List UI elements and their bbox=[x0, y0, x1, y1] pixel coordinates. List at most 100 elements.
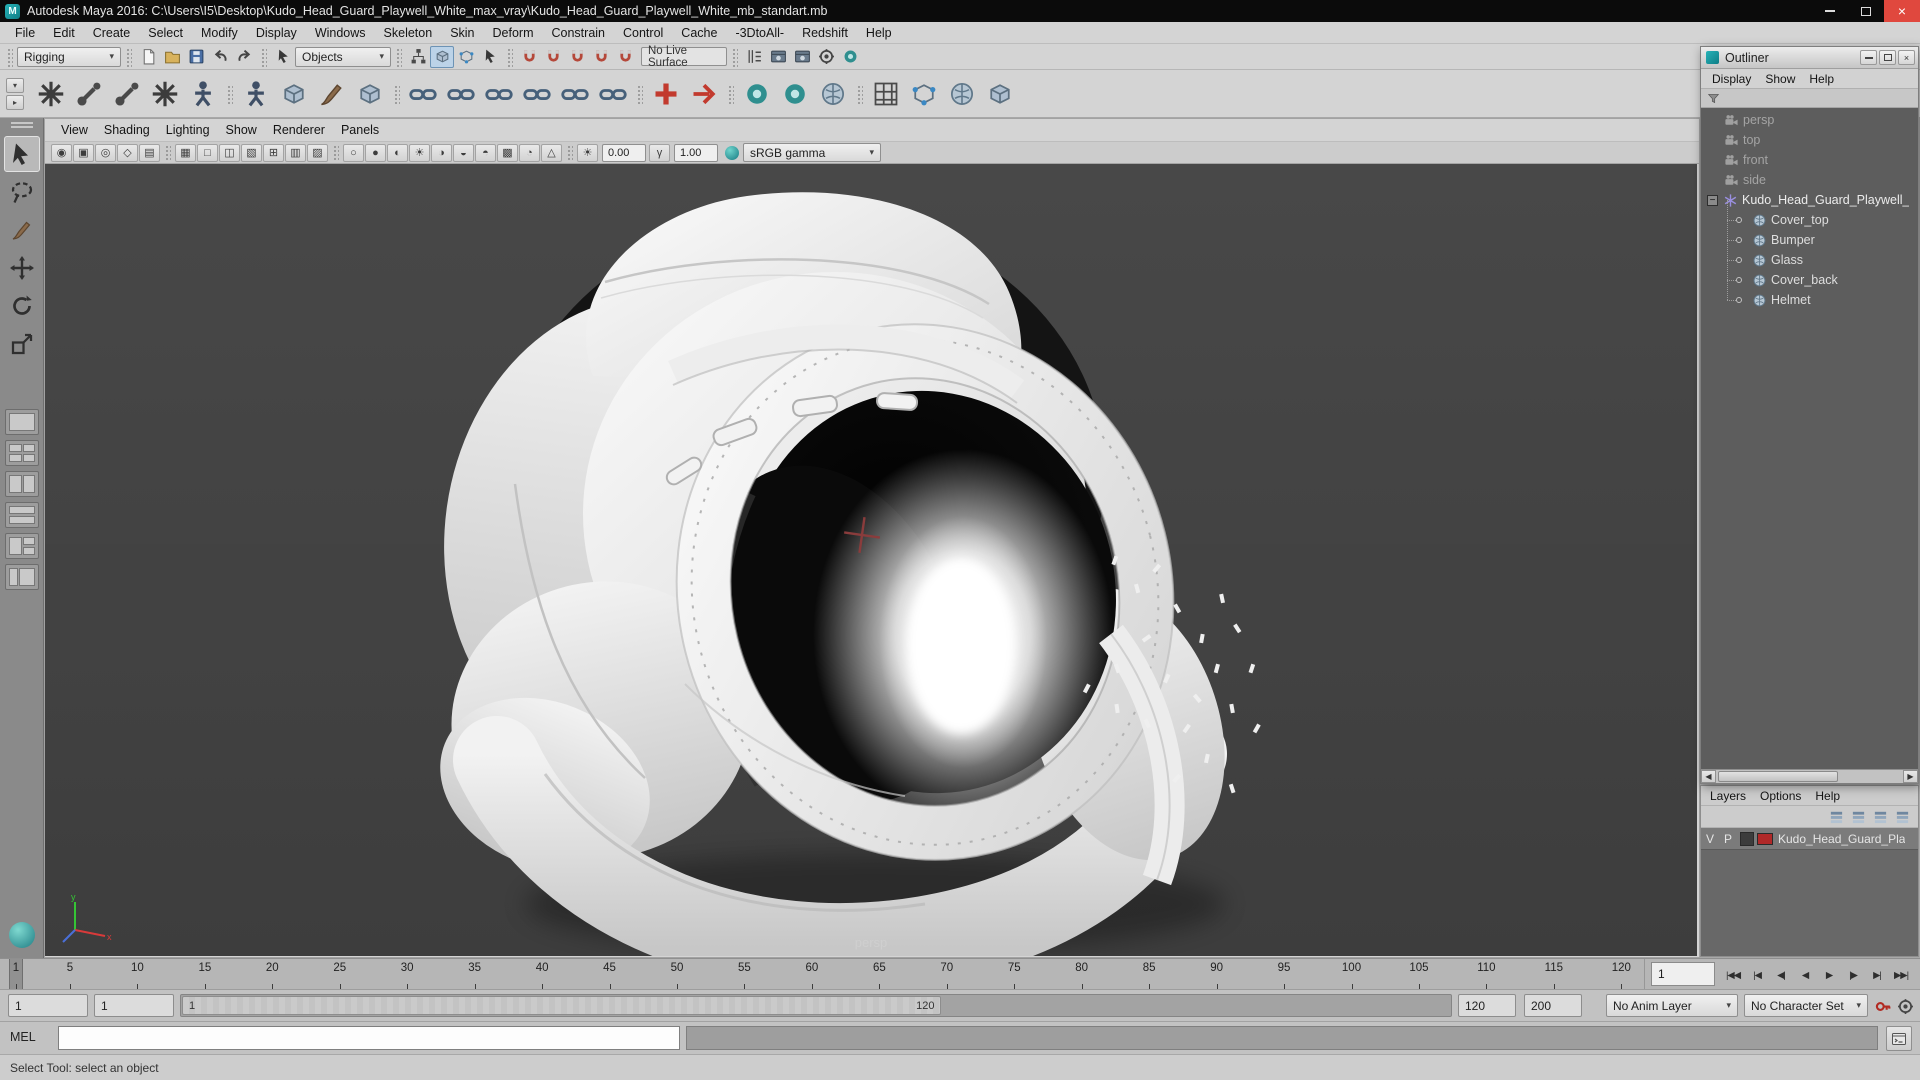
render-settings-button[interactable] bbox=[814, 46, 838, 68]
menu-item[interactable]: Create bbox=[84, 24, 140, 42]
outliner-root-item[interactable]: − Kudo_Head_Guard_Playwell_ bbox=[1701, 190, 1918, 210]
parent-constraint-button[interactable] bbox=[404, 75, 442, 113]
drag-handle[interactable] bbox=[731, 46, 738, 67]
pole-vector-constraint-button[interactable] bbox=[594, 75, 632, 113]
menu-item[interactable]: Modify bbox=[192, 24, 247, 42]
open-scene-button[interactable] bbox=[160, 46, 184, 68]
cluster-deformer-button[interactable] bbox=[905, 75, 943, 113]
menu-item[interactable]: Control bbox=[614, 24, 672, 42]
hik-character-button[interactable] bbox=[738, 75, 776, 113]
drag-handle[interactable] bbox=[395, 46, 402, 67]
layer-playback-toggle[interactable]: P bbox=[1719, 832, 1737, 846]
gate-mask-icon[interactable]: ▧ bbox=[241, 143, 262, 162]
layout-outliner-persp-button[interactable] bbox=[4, 564, 39, 590]
new-scene-button[interactable] bbox=[136, 46, 160, 68]
resolution-gate-icon[interactable]: ◫ bbox=[219, 143, 240, 162]
layer-visibility-toggle[interactable]: V bbox=[1701, 832, 1719, 846]
orient-constraint-button[interactable] bbox=[480, 75, 518, 113]
menu-item[interactable]: Edit bbox=[44, 24, 84, 42]
hik-control-rig-button[interactable] bbox=[776, 75, 814, 113]
camera-attributes-icon[interactable]: ◎ bbox=[95, 143, 116, 162]
snap-to-point-button[interactable] bbox=[565, 46, 589, 68]
command-language-toggle[interactable]: MEL bbox=[10, 1030, 36, 1044]
play-backwards-button[interactable]: ◀ bbox=[1793, 964, 1817, 988]
viewport-menu-item[interactable]: Shading bbox=[96, 121, 158, 139]
joint-tool-button[interactable] bbox=[32, 75, 70, 113]
outliner-camera-item[interactable]: front bbox=[1701, 150, 1918, 170]
paint-select-tool-button[interactable] bbox=[4, 212, 40, 248]
bind-skin-button[interactable] bbox=[237, 75, 275, 113]
remove-influence-button[interactable] bbox=[685, 75, 723, 113]
range-slider-bar[interactable]: 1 120 bbox=[182, 996, 942, 1015]
safe-title-icon[interactable]: ▨ bbox=[307, 143, 328, 162]
copy-skin-weights-button[interactable] bbox=[351, 75, 389, 113]
exposure-field[interactable]: 0.00 bbox=[602, 143, 646, 162]
animation-end-field[interactable]: 200 bbox=[1524, 994, 1582, 1017]
image-plane-icon[interactable]: ▤ bbox=[139, 143, 160, 162]
aim-constraint-button[interactable] bbox=[556, 75, 594, 113]
lasso-select-tool-button[interactable] bbox=[4, 174, 40, 210]
layout-three-pane-button[interactable] bbox=[4, 533, 39, 559]
select-camera-icon[interactable]: ◉ bbox=[51, 143, 72, 162]
layer-editor-menu-item[interactable]: Help bbox=[1808, 788, 1847, 804]
menu-item[interactable]: -3DtoAll- bbox=[726, 24, 793, 42]
current-frame-field[interactable]: 1 bbox=[1651, 962, 1715, 986]
step-back-frame-button[interactable]: ◀| bbox=[1769, 964, 1793, 988]
insert-joint-tool-button[interactable] bbox=[146, 75, 184, 113]
paint-skin-weights-button[interactable] bbox=[313, 75, 351, 113]
viewport-menu-item[interactable]: View bbox=[53, 121, 96, 139]
menu-item[interactable]: Help bbox=[857, 24, 901, 42]
move-layer-down-icon[interactable] bbox=[1849, 808, 1868, 825]
move-tool-button[interactable] bbox=[4, 250, 40, 286]
add-influence-button[interactable] bbox=[647, 75, 685, 113]
outliner-mesh-item[interactable]: Cover_top bbox=[1701, 200, 1918, 230]
move-layer-up-icon[interactable] bbox=[1827, 808, 1846, 825]
select-tool-button[interactable] bbox=[3, 136, 40, 172]
create-layer-from-selected-icon[interactable] bbox=[1893, 808, 1912, 825]
toolbox-drag-handle[interactable] bbox=[10, 122, 33, 128]
gamma-field[interactable]: 1.00 bbox=[674, 143, 718, 162]
motion-blur-icon[interactable]: ◓ bbox=[475, 143, 496, 162]
tension-deformer-button[interactable] bbox=[814, 75, 852, 113]
menu-item[interactable]: Windows bbox=[306, 24, 375, 42]
multisample-icon[interactable]: ▩ bbox=[497, 143, 518, 162]
viewport-menu-item[interactable]: Lighting bbox=[158, 121, 218, 139]
step-forward-frame-button[interactable]: |▶ bbox=[1841, 964, 1865, 988]
xray-icon[interactable]: ◔ bbox=[519, 143, 540, 162]
ik-handle-tool-button[interactable] bbox=[70, 75, 108, 113]
snap-to-grid-button[interactable] bbox=[517, 46, 541, 68]
select-object-button[interactable] bbox=[430, 45, 454, 68]
animation-preferences-icon[interactable] bbox=[1894, 995, 1916, 1017]
layer-row[interactable]: V P Kudo_Head_Guard_Pla bbox=[1701, 828, 1918, 850]
layout-two-pane-side-button[interactable] bbox=[4, 471, 39, 497]
outliner-mesh-item[interactable]: Bumper bbox=[1701, 220, 1918, 250]
playback-end-field[interactable]: 120 bbox=[1458, 994, 1516, 1017]
color-management-icon[interactable] bbox=[725, 145, 739, 160]
play-forwards-button[interactable]: ▶ bbox=[1817, 964, 1841, 988]
menu-item[interactable]: File bbox=[6, 24, 44, 42]
selection-cursor-icon[interactable] bbox=[271, 46, 295, 68]
auto-keyframe-icon[interactable] bbox=[1872, 995, 1894, 1017]
menu-item[interactable]: Redshift bbox=[793, 24, 857, 42]
scroll-left-icon[interactable]: ◀ bbox=[1701, 770, 1716, 783]
wrap-deformer-button[interactable] bbox=[943, 75, 981, 113]
outliner-camera-item[interactable]: persp bbox=[1701, 110, 1918, 130]
outliner-mesh-item[interactable]: Glass bbox=[1701, 240, 1918, 270]
select-component-button[interactable] bbox=[454, 46, 478, 68]
range-slider-track[interactable]: 1 120 bbox=[180, 994, 1452, 1017]
scale-tool-button[interactable] bbox=[4, 326, 40, 362]
unbind-skin-button[interactable] bbox=[275, 75, 313, 113]
go-to-end-button[interactable]: ▶▶| bbox=[1889, 964, 1913, 988]
lock-camera-icon[interactable]: ▣ bbox=[73, 143, 94, 162]
playback-start-field[interactable]: 1 bbox=[94, 994, 174, 1017]
viewport-menu-item[interactable]: Panels bbox=[333, 121, 387, 139]
outliner-close-button[interactable]: × bbox=[1898, 50, 1915, 65]
layer-editor-menu-item[interactable]: Options bbox=[1753, 788, 1808, 804]
layout-single-pane-button[interactable] bbox=[4, 409, 39, 435]
menu-item[interactable]: Display bbox=[247, 24, 306, 42]
layout-two-pane-stacked-button[interactable] bbox=[4, 502, 39, 528]
anim-layer-dropdown[interactable]: No Anim Layer ▾ bbox=[1606, 994, 1738, 1017]
quick-rig-button[interactable] bbox=[184, 75, 222, 113]
field-chart-icon[interactable]: ⊞ bbox=[263, 143, 284, 162]
ik-spline-handle-tool-button[interactable] bbox=[108, 75, 146, 113]
